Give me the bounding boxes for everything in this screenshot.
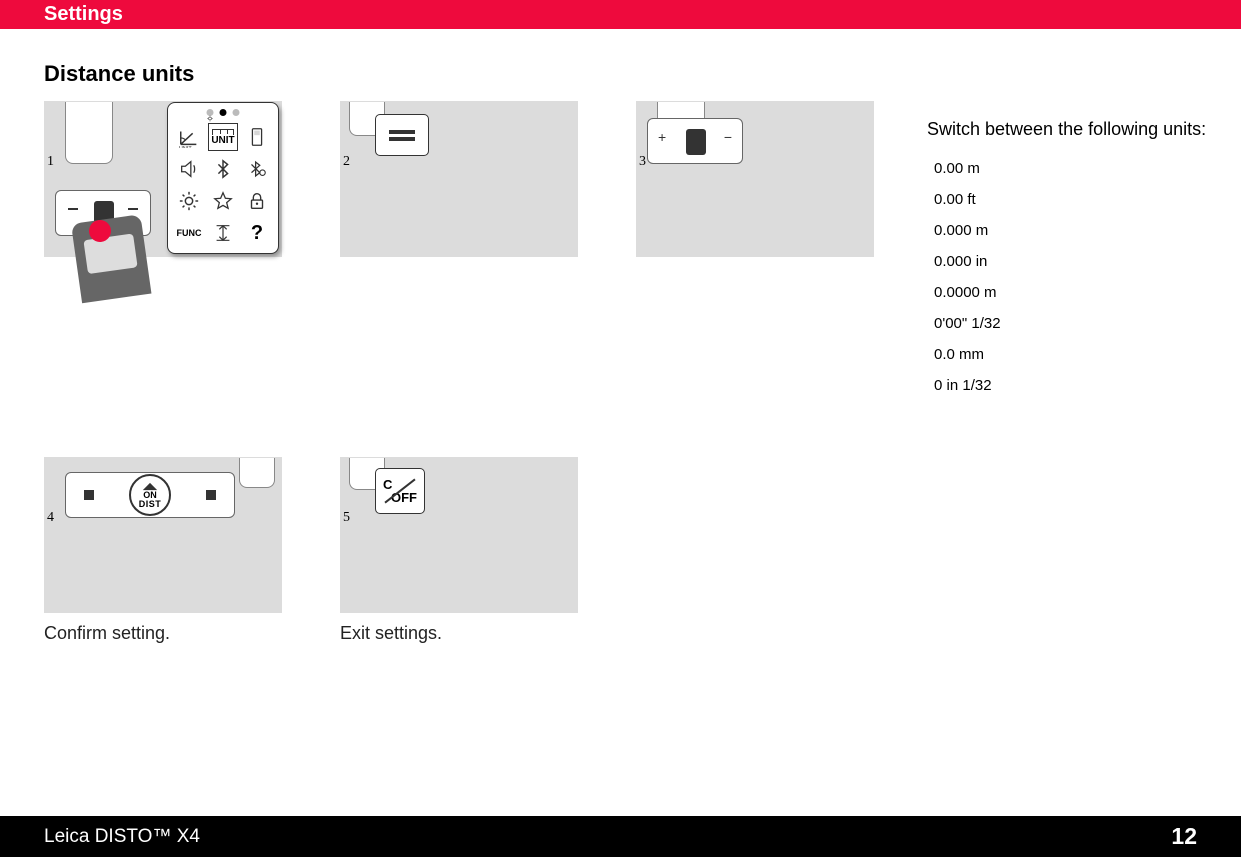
step-number: 5 bbox=[343, 510, 350, 526]
svg-text:UNIT: UNIT bbox=[179, 146, 192, 148]
step-1: 1 bbox=[44, 101, 282, 257]
left-square-icon bbox=[84, 490, 94, 500]
step-2: 2 bbox=[340, 101, 578, 257]
illumination-icon bbox=[174, 187, 204, 215]
equals-button-icon bbox=[375, 114, 429, 156]
list-item: 0.00 m bbox=[934, 160, 1207, 177]
dpad-center-icon bbox=[686, 129, 706, 155]
units-heading: Switch between the following units: bbox=[927, 119, 1207, 140]
content-area: Distance units 1 bbox=[0, 29, 1241, 794]
line-icon bbox=[389, 137, 415, 141]
distance-unit-icon-selected: UNIT bbox=[208, 123, 238, 151]
step-number: 4 bbox=[47, 510, 54, 526]
steps-row-2: 4 ON DIST Confirm setting. bbox=[44, 457, 1201, 644]
page: Settings Distance units 1 bbox=[0, 0, 1241, 857]
list-item: 0 in 1/32 bbox=[934, 377, 1207, 394]
lock-icon bbox=[242, 187, 272, 215]
step-4-figure: 4 ON DIST bbox=[44, 457, 282, 613]
page-number: 12 bbox=[1171, 823, 1197, 850]
step-4-caption: Confirm setting. bbox=[44, 623, 282, 644]
header-title: Settings bbox=[44, 3, 123, 26]
footer-bar: Leica DISTO™ X4 12 bbox=[0, 816, 1241, 857]
hand-icon bbox=[65, 102, 113, 164]
ruler-icon bbox=[212, 129, 234, 135]
pager-dots-icon bbox=[207, 109, 240, 116]
dist-label: DIST bbox=[139, 500, 162, 509]
bluetooth-icon bbox=[208, 155, 238, 183]
list-item: 0.000 in bbox=[934, 253, 1207, 270]
angle-unit-icon: UNIT bbox=[174, 123, 204, 151]
settings-grid: UNIT UNIT bbox=[174, 123, 272, 247]
hand-icon bbox=[239, 458, 275, 488]
step-5-figure: 5 C OFF bbox=[340, 457, 578, 613]
line-icon bbox=[389, 130, 415, 134]
step-number: 1 bbox=[47, 154, 54, 170]
header-bar: Settings bbox=[0, 0, 1241, 29]
device-illustration bbox=[71, 214, 151, 303]
step-1-figure: 1 bbox=[44, 101, 282, 257]
dpad-wide-icon: ON DIST bbox=[65, 472, 235, 518]
list-item: 0.0000 m bbox=[934, 284, 1207, 301]
reference-icon bbox=[242, 123, 272, 151]
list-item: 0'00" 1/32 bbox=[934, 315, 1207, 332]
gear-dot-icon bbox=[207, 109, 214, 116]
units-list: 0.00 m 0.00 ft 0.000 m 0.000 in 0.0000 m… bbox=[927, 160, 1207, 394]
list-item: 0.000 m bbox=[934, 222, 1207, 239]
step-number: 2 bbox=[343, 154, 350, 170]
step-3-figure: 3 bbox=[636, 101, 874, 257]
offset-icon bbox=[208, 219, 238, 247]
list-item: 0.00 ft bbox=[934, 191, 1207, 208]
step-5-caption: Exit settings. bbox=[340, 623, 578, 644]
step-number: 3 bbox=[639, 154, 646, 170]
bluetooth-settings-icon bbox=[242, 155, 272, 183]
page-dot-active-icon bbox=[220, 109, 227, 116]
product-name: Leica DISTO™ X4 bbox=[44, 826, 200, 848]
step-2-figure: 2 bbox=[340, 101, 578, 257]
units-block: Switch between the following units: 0.00… bbox=[927, 119, 1207, 408]
screen-callout: UNIT UNIT bbox=[167, 102, 279, 254]
section-heading: Distance units bbox=[44, 61, 1201, 87]
on-dist-button-icon: ON DIST bbox=[129, 474, 171, 516]
c-off-button-icon: C OFF bbox=[375, 468, 425, 514]
dpad-plus-minus-icon bbox=[647, 118, 743, 164]
step-5: 5 C OFF Exit settings. bbox=[340, 457, 578, 644]
func-label-icon: FUNC bbox=[174, 219, 204, 247]
favorites-icon bbox=[208, 187, 238, 215]
unit-label: UNIT bbox=[211, 135, 234, 146]
page-dot-icon bbox=[233, 109, 240, 116]
step-3: 3 bbox=[636, 101, 874, 257]
step-4: 4 ON DIST Confirm setting. bbox=[44, 457, 282, 644]
right-square-icon bbox=[206, 490, 216, 500]
beep-icon bbox=[174, 155, 204, 183]
info-icon: ? bbox=[242, 219, 272, 247]
list-item: 0.0 mm bbox=[934, 346, 1207, 363]
